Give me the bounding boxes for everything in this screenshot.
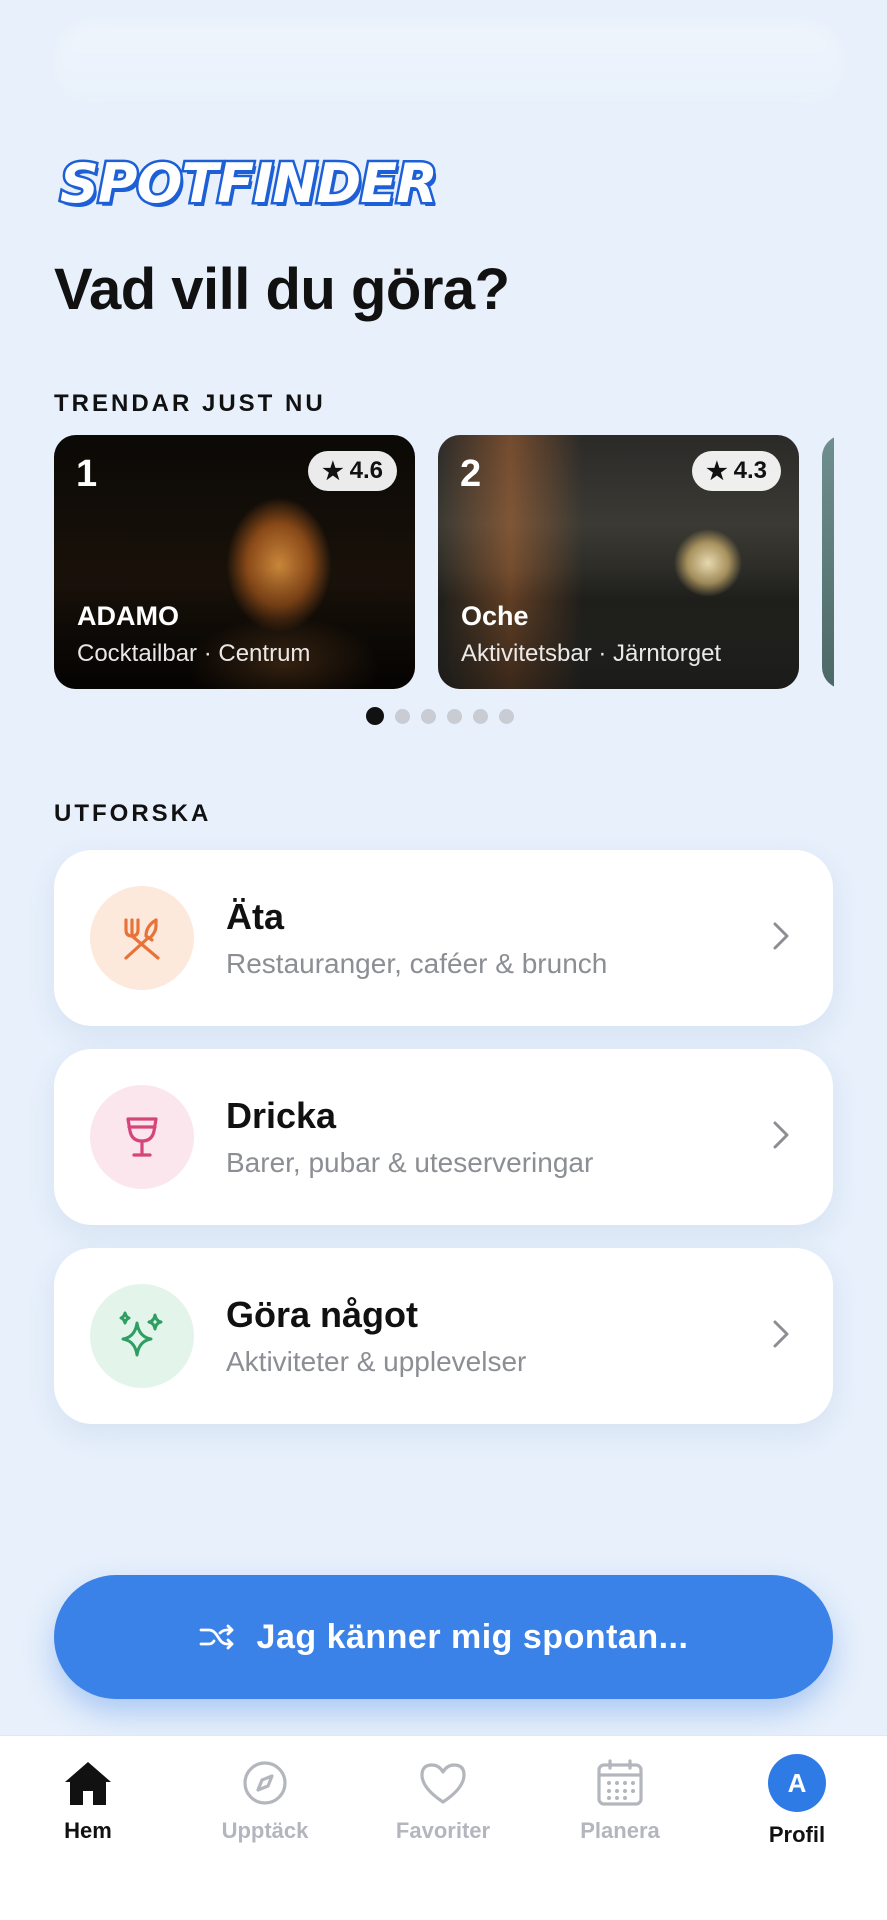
explore-item-subtitle: Barer, pubar & uteserveringar — [226, 1147, 594, 1178]
rating-value: 4.6 — [349, 457, 383, 484]
spontaneous-button[interactable]: Jag känner mig spontan... — [54, 1575, 833, 1699]
shuffle-icon — [199, 1624, 233, 1650]
wine-glass-icon — [126, 1117, 158, 1157]
trending-carousel[interactable]: 1 ★ 4.6 ADAMO Cocktailbar · Centrum 2 ★ … — [54, 435, 834, 689]
trending-rank: 1 — [76, 453, 98, 495]
calendar-icon — [597, 1759, 643, 1806]
heart-icon — [420, 1763, 466, 1804]
tab-profile[interactable]: A Profil — [722, 1736, 872, 1876]
tab-plan[interactable]: Planera — [545, 1736, 695, 1876]
page-dot[interactable] — [473, 708, 488, 724]
star-icon: ★ — [706, 457, 728, 485]
venue-photo — [822, 435, 834, 689]
compass-icon — [243, 1761, 287, 1805]
activities-icon-bubble — [90, 1284, 194, 1388]
tab-label: Profil — [768, 1822, 826, 1847]
explore-item-title: Göra något — [226, 1294, 419, 1335]
explore-eat-card[interactable]: Äta Restauranger, caféer & brunch — [54, 850, 833, 1026]
eat-icon-bubble — [90, 886, 194, 990]
tab-label: Upptäck — [221, 1818, 309, 1843]
trending-section-label: TRENDAR JUST NU — [54, 390, 326, 417]
explore-item-title: Äta — [226, 896, 285, 937]
page-dot[interactable] — [447, 708, 462, 724]
chevron-right-icon — [773, 1320, 789, 1348]
chevron-right-icon — [773, 922, 789, 950]
venue-category-location: Cocktailbar · Centrum — [77, 640, 311, 667]
explore-drink-card[interactable]: Dricka Barer, pubar & uteserveringar — [54, 1049, 833, 1225]
venue-name: Oche — [461, 601, 529, 631]
page-dot[interactable] — [421, 708, 436, 724]
home-icon — [65, 1762, 111, 1805]
explore-activities-card[interactable]: Göra något Aktiviteter & upplevelser — [54, 1248, 833, 1424]
venue-category-location: Aktivitetsbar · Järntorget — [461, 640, 722, 667]
bottom-tab-bar: Hem Upptäck Favoriter Planera A Profil — [0, 1735, 887, 1920]
trending-rank: 2 — [460, 453, 482, 495]
page-dot[interactable] — [366, 707, 384, 725]
page-title: Vad vill du göra? — [54, 257, 510, 322]
star-icon: ★ — [322, 457, 344, 485]
avatar-icon: A — [768, 1754, 826, 1812]
tab-favorites[interactable]: Favoriter — [368, 1736, 518, 1876]
tab-label: Hem — [64, 1818, 112, 1843]
sparkles-icon — [119, 1311, 163, 1357]
explore-item-subtitle: Restauranger, caféer & brunch — [226, 948, 608, 979]
status-bar-area — [54, 22, 844, 114]
rating-badge: ★ 4.3 — [692, 451, 781, 491]
carousel-page-indicator[interactable] — [366, 707, 514, 725]
tab-label: Planera — [580, 1818, 660, 1843]
explore-section-label: UTFORSKA — [54, 800, 212, 827]
rating-badge: ★ 4.6 — [308, 451, 397, 491]
explore-item-subtitle: Aktiviteter & upplevelser — [226, 1346, 527, 1377]
rating-value: 4.3 — [733, 457, 767, 484]
tab-discover[interactable]: Upptäck — [190, 1736, 340, 1876]
page-dot[interactable] — [499, 708, 514, 724]
spontaneous-button-label: Jag känner mig spontan... — [256, 1617, 689, 1656]
trending-card[interactable]: 1 ★ 4.6 ADAMO Cocktailbar · Centrum — [54, 435, 415, 689]
drink-icon-bubble — [90, 1085, 194, 1189]
app-logo: SPOTFINDER — [58, 150, 441, 218]
chevron-right-icon — [773, 1121, 789, 1149]
utensils-icon — [124, 918, 160, 960]
trending-card[interactable]: 2 ★ 4.3 Oche Aktivitetsbar · Järntorget — [438, 435, 799, 689]
explore-item-title: Dricka — [226, 1095, 337, 1136]
trending-card-peek[interactable] — [822, 435, 834, 689]
venue-name: ADAMO — [77, 601, 179, 631]
tab-label: Favoriter — [395, 1818, 491, 1843]
tab-home[interactable]: Hem — [13, 1736, 163, 1876]
page-dot[interactable] — [395, 708, 410, 724]
